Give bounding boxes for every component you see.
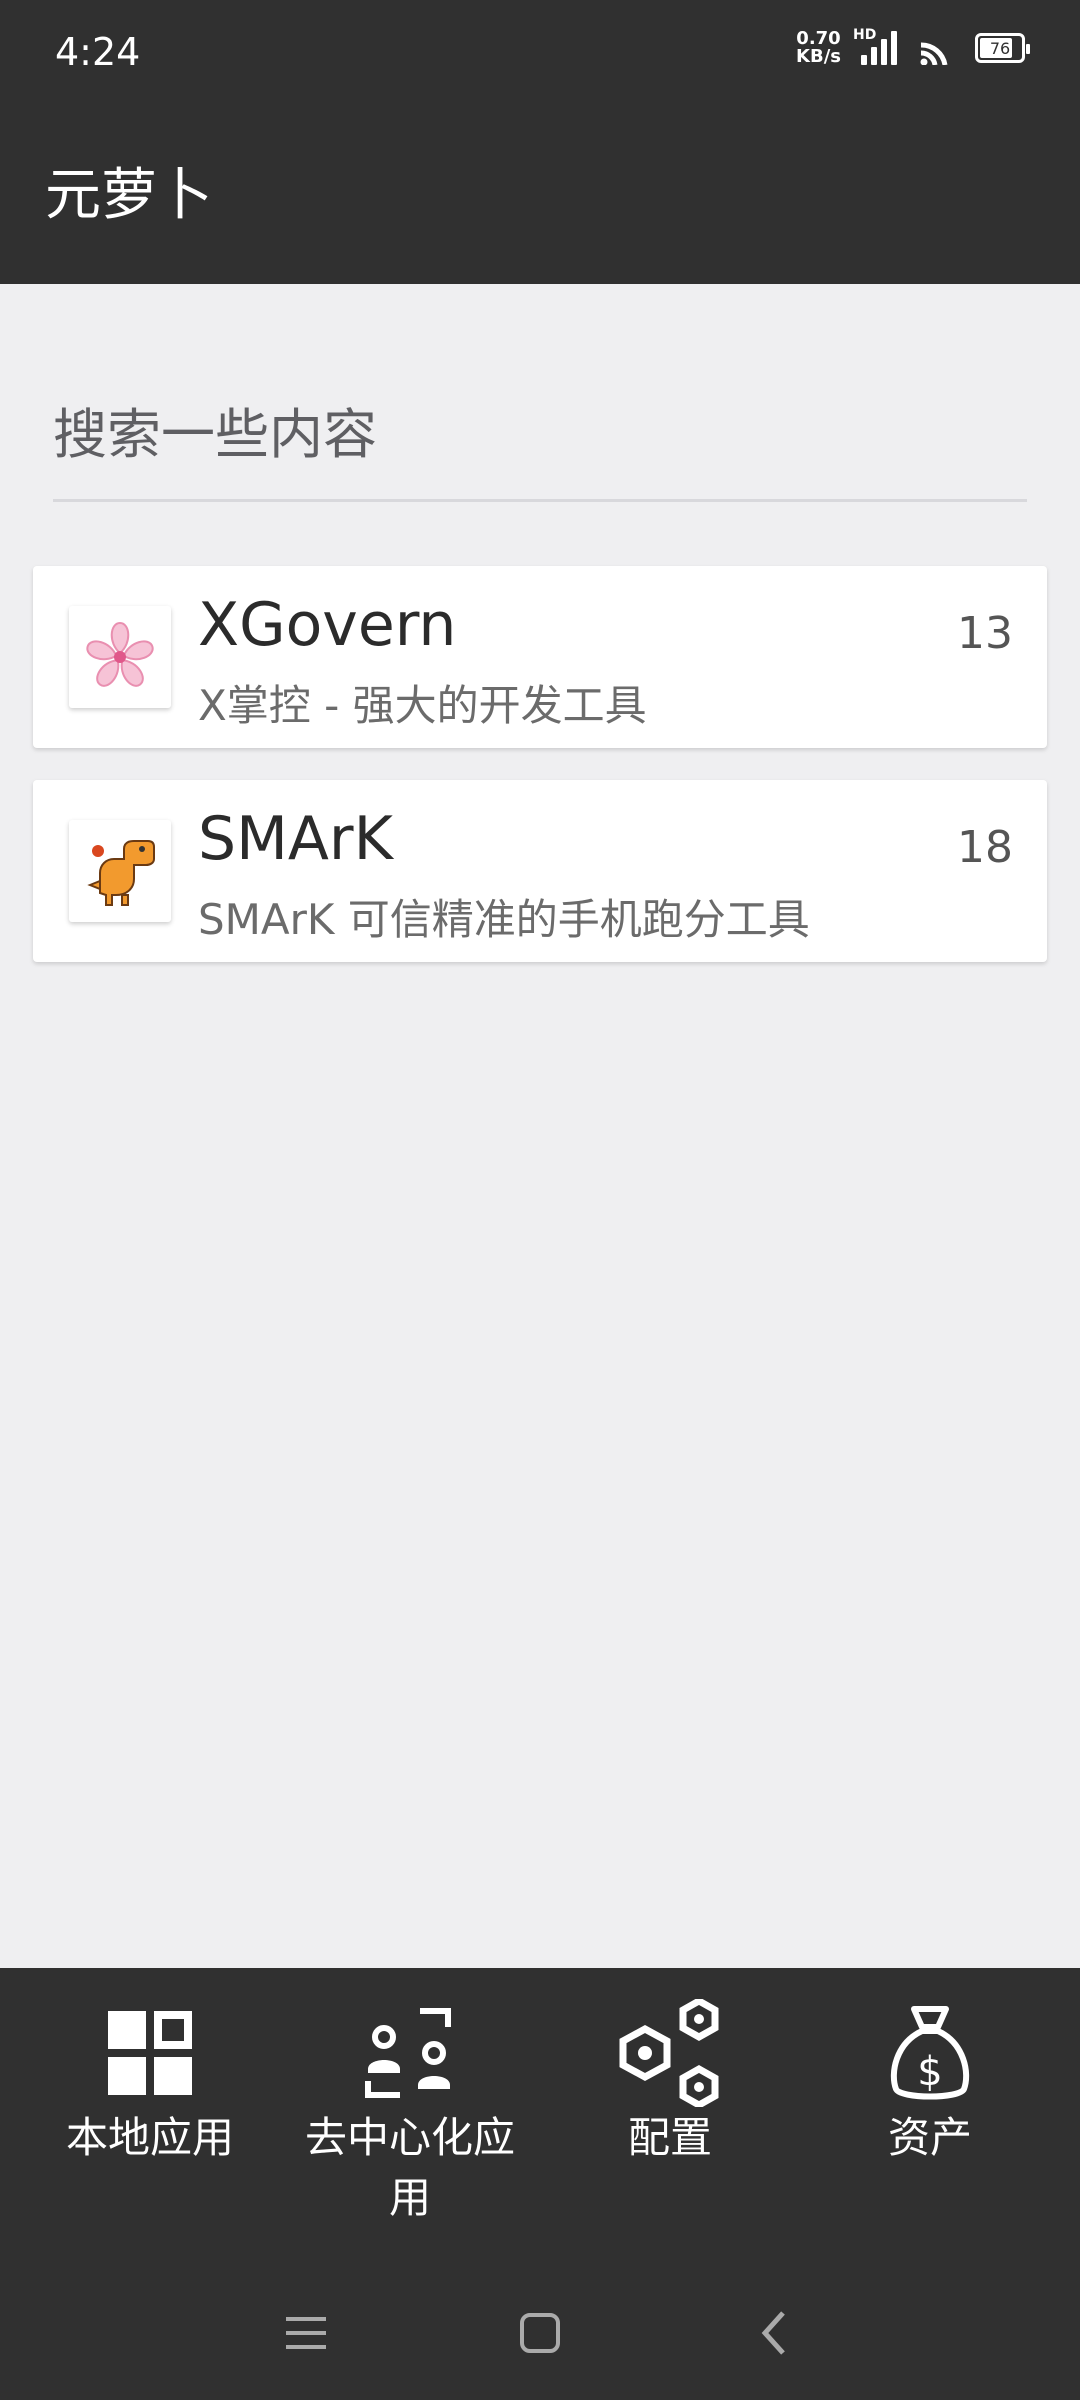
nav-label-dapps: 去中心化应用	[304, 2113, 515, 2222]
app-bar: 元萝卜	[0, 110, 1080, 284]
app-card-smark[interactable]: SMArK SMArK 可信精准的手机跑分工具 18	[33, 780, 1047, 962]
nav-label-local-apps: 本地应用	[65, 2113, 234, 2162]
nav-label-config: 配置	[627, 2113, 712, 2162]
screen: 4:24 0.70 KB/s HD 76 元萝卜 搜索一些内容 XGovern …	[0, 0, 1080, 2400]
app-title-xgovern: XGovern	[198, 590, 457, 660]
grid-icon	[108, 1998, 192, 2108]
wifi-icon	[920, 42, 948, 65]
network-speed-unit: KB/s	[796, 46, 841, 67]
app-subtitle-smark: SMArK 可信精准的手机跑分工具	[198, 895, 810, 944]
app-subtitle-xgovern: X掌控 - 强大的开发工具	[198, 681, 647, 730]
status-bar: 4:24 0.70 KB/s HD 76	[0, 0, 1080, 110]
app-title-smark: SMArK	[198, 804, 393, 874]
status-time: 4:24	[55, 30, 141, 74]
battery-icon: 76	[975, 33, 1030, 63]
home-icon[interactable]	[500, 2298, 580, 2368]
menu-icon[interactable]	[266, 2298, 346, 2368]
app-count-xgovern: 13	[957, 608, 1013, 659]
nav-item-config[interactable]: 配置	[535, 1998, 805, 2168]
system-nav-bar	[0, 2268, 1080, 2400]
nav-label-assets: 资产	[887, 2113, 972, 2162]
svg-text:$: $	[917, 2049, 942, 2095]
signal-hd-label: HD	[853, 27, 877, 43]
signal-icon: HD	[853, 27, 897, 65]
app-card-xgovern[interactable]: XGovern X掌控 - 强大的开发工具 13	[33, 566, 1047, 748]
bottom-nav: 本地应用 去中心化应用 配置 $ 资产	[0, 1968, 1080, 2268]
money-bag-icon: $	[888, 1998, 972, 2108]
network-speed: 0.70 KB/s	[796, 30, 841, 66]
back-icon[interactable]	[734, 2298, 814, 2368]
dinosaur-icon	[69, 820, 171, 922]
search-input[interactable]	[53, 370, 1027, 499]
nav-item-dapps[interactable]: 去中心化应用	[275, 1998, 545, 2228]
status-icons: 0.70 KB/s HD 76	[796, 27, 1030, 66]
people-icon	[362, 1998, 458, 2108]
hexagons-icon	[615, 1998, 725, 2108]
battery-level: 76	[989, 38, 1011, 58]
sakura-flower-icon	[69, 606, 171, 708]
search-field	[53, 370, 1027, 502]
app-count-smark: 18	[957, 822, 1013, 873]
nav-item-local-apps[interactable]: 本地应用	[15, 1998, 285, 2168]
app-title: 元萝卜	[45, 163, 213, 228]
nav-item-assets[interactable]: $ 资产	[795, 1998, 1065, 2168]
